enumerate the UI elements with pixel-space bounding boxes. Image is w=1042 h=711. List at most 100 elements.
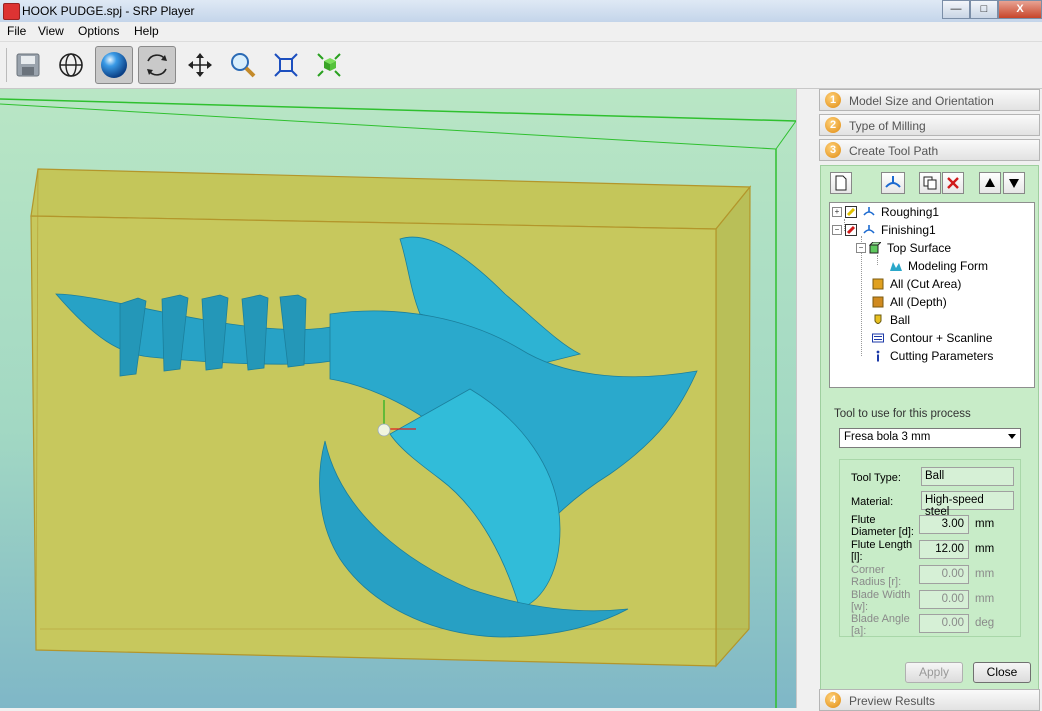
origin-icon	[317, 53, 341, 77]
tool-select[interactable]: Fresa bola 3 mm	[839, 428, 1021, 448]
minimize-button[interactable]: —	[942, 0, 970, 19]
close-button[interactable]: Close	[973, 662, 1031, 683]
expand-icon[interactable]: +	[832, 207, 842, 217]
collapse-icon[interactable]: −	[832, 225, 842, 235]
maximize-button[interactable]: □	[970, 0, 998, 19]
tool-type-field: Ball	[921, 467, 1014, 486]
tree-item-label: Top Surface	[887, 241, 952, 255]
tree-item-label: All (Depth)	[890, 295, 947, 309]
blade-angle-unit: deg	[975, 617, 995, 629]
delete-process-button[interactable]	[942, 172, 964, 194]
blade-angle-label: Blade Angle [a]:	[851, 613, 910, 637]
surface-icon	[869, 242, 881, 254]
process-tree[interactable]: + Roughing1 − Finishing1 − Top Surface M…	[829, 202, 1035, 388]
process-icon	[863, 207, 875, 216]
model-scene	[0, 98, 797, 708]
checkbox-icon	[845, 206, 857, 218]
tree-item-finishing[interactable]: − Finishing1	[832, 221, 936, 239]
blade-width-unit: mm	[975, 593, 995, 605]
toolbar-separator	[6, 48, 7, 82]
step-label: Preview Results	[849, 694, 936, 708]
shaded-view-button[interactable]	[95, 46, 133, 84]
window-title: HOOK PUDGE.spj - SRP Player	[22, 4, 195, 18]
step-label: Type of Milling	[849, 119, 926, 133]
step-number-icon: 1	[825, 92, 841, 108]
tool-properties: Tool Type: Ball Material: High-speed ste…	[839, 459, 1021, 637]
menu-options[interactable]: Options	[78, 24, 119, 38]
3d-viewport[interactable]	[0, 89, 816, 708]
process-icon	[863, 225, 875, 234]
globe-button[interactable]	[52, 46, 90, 84]
corner-radius-unit: mm	[975, 568, 995, 580]
title-bar: HOOK PUDGE.spj - SRP Player — □ X	[0, 0, 1042, 22]
tree-item-label: Contour + Scanline	[890, 331, 993, 345]
flute-diameter-field[interactable]: 3.00	[919, 515, 969, 534]
copy-process-button[interactable]	[919, 172, 941, 194]
tree-item-ball[interactable]: Ball	[872, 311, 910, 329]
depth-icon	[872, 296, 884, 308]
step-label: Model Size and Orientation	[849, 94, 994, 108]
collapse-icon[interactable]: −	[856, 243, 866, 253]
flute-diameter-label: Flute Diameter [d]:	[851, 514, 914, 538]
tool-path-wizard-button[interactable]	[881, 172, 905, 194]
zoom-button[interactable]	[224, 46, 262, 84]
tree-item-cutting-parameters[interactable]: Cutting Parameters	[872, 347, 993, 365]
menu-help[interactable]: Help	[134, 24, 159, 38]
save-icon	[16, 53, 40, 77]
tree-item-top-surface[interactable]: − Top Surface	[856, 239, 951, 257]
tree-item-contour[interactable]: Contour + Scanline	[872, 329, 992, 347]
tree-item-depth[interactable]: All (Depth)	[872, 293, 947, 311]
material-label: Material:	[851, 496, 894, 508]
origin-button[interactable]	[310, 46, 348, 84]
tool-select-value: Fresa bola 3 mm	[844, 431, 931, 443]
new-process-icon	[835, 175, 847, 191]
tree-item-label: Finishing1	[881, 223, 936, 237]
step-number-icon: 2	[825, 117, 841, 133]
new-process-button[interactable]	[830, 172, 852, 194]
fit-view-button[interactable]	[267, 46, 305, 84]
toolbar	[0, 42, 1042, 89]
app-icon	[3, 3, 20, 20]
checkbox-icon	[845, 224, 857, 236]
flute-diameter-unit: mm	[975, 518, 995, 530]
chevron-down-icon	[1008, 434, 1016, 439]
tree-item-roughing[interactable]: + Roughing1	[832, 203, 939, 221]
move-down-icon	[1009, 179, 1019, 188]
rotate-button[interactable]	[138, 46, 176, 84]
tree-item-modeling-form[interactable]: Modeling Form	[890, 257, 988, 275]
step-number-icon: 3	[825, 142, 841, 158]
contour-icon	[872, 333, 884, 343]
move-down-button[interactable]	[1003, 172, 1025, 194]
save-button[interactable]	[9, 46, 47, 84]
move-up-button[interactable]	[979, 172, 1001, 194]
flute-length-field[interactable]: 12.00	[919, 540, 969, 559]
menu-view[interactable]: View	[38, 24, 64, 38]
tool-section-label: Tool to use for this process	[834, 408, 971, 420]
step-model-size[interactable]: 1 Model Size and Orientation	[819, 89, 1040, 111]
globe-icon	[59, 53, 83, 77]
move-icon	[188, 53, 212, 77]
flute-length-label: Flute Length [l]:	[851, 539, 913, 563]
area-icon	[872, 278, 884, 290]
tool-type-label: Tool Type:	[851, 472, 901, 484]
blade-width-label: Blade Width [w]:	[851, 589, 911, 613]
step-number-icon: 4	[825, 692, 841, 708]
blade-width-field: 0.00	[919, 590, 969, 609]
tree-item-label: All (Cut Area)	[890, 277, 962, 291]
tree-item-label: Cutting Parameters	[890, 349, 994, 363]
tree-item-cut-area[interactable]: All (Cut Area)	[872, 275, 961, 293]
fit-icon	[274, 53, 298, 77]
close-window-button[interactable]: X	[998, 0, 1042, 19]
panel-splitter[interactable]	[796, 89, 817, 708]
step-create-tool-path[interactable]: 3 Create Tool Path	[819, 139, 1040, 161]
apply-button[interactable]: Apply	[905, 662, 963, 683]
step-label: Create Tool Path	[849, 144, 939, 158]
window-controls: — □ X	[942, 0, 1042, 19]
step-type-of-milling[interactable]: 2 Type of Milling	[819, 114, 1040, 136]
info-icon	[876, 350, 880, 362]
blade-angle-field: 0.00	[919, 614, 969, 633]
corner-radius-label: Corner Radius [r]:	[851, 564, 902, 588]
menu-file[interactable]: File	[7, 24, 26, 38]
move-button[interactable]	[181, 46, 219, 84]
wizard-panel: 1 Model Size and Orientation 2 Type of M…	[817, 89, 1042, 711]
